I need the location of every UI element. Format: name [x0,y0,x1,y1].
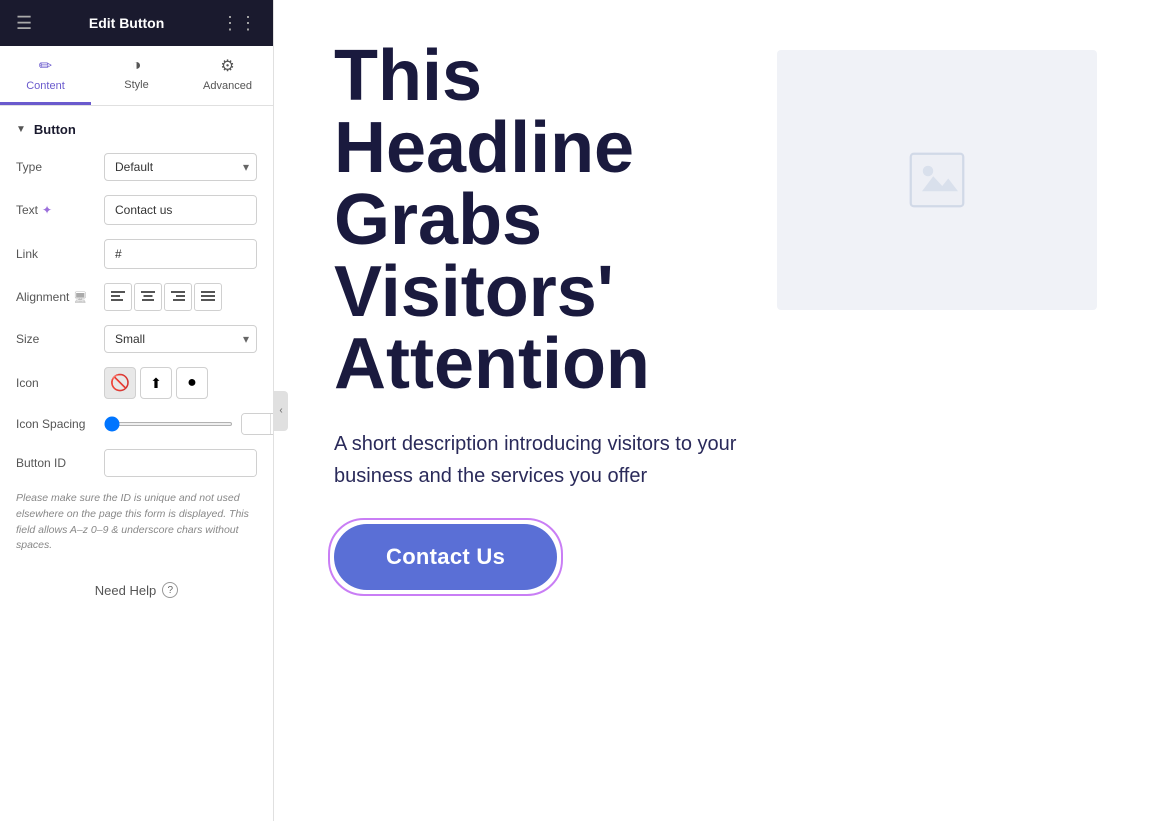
link-input[interactable] [105,241,257,267]
size-field-row: Size Extra Small Small Medium Large Extr… [16,325,257,353]
icon-circle-button[interactable]: ● [176,367,208,399]
align-left-button[interactable] [104,283,132,311]
cta-button[interactable]: Contact Us [334,524,557,590]
panel-body: ▼ Button Type Default Info Success Warni… [0,106,273,821]
style-tab-icon: ◑ [132,57,142,75]
button-id-input[interactable] [105,450,257,476]
link-field-row: Link ⚙ ☰ [16,239,257,269]
type-select-wrapper: Default Info Success Warning Danger [104,153,257,181]
icon-spacing-spinners: ▲ ▼ [270,414,273,434]
alignment-field-row: Alignment 🖥 [16,283,257,311]
button-id-input-wrapper: ☰ [104,449,257,477]
canvas-content: This Headline Grabs Visitors' Attention … [274,0,1157,630]
tab-advanced-label: Advanced [203,80,252,92]
icon-spacing-slider[interactable] [104,422,233,426]
icon-spacing-slider-wrapper: ▲ ▼ [104,413,273,435]
grid-icon[interactable]: ⋮⋮ [221,13,257,34]
icon-spacing-label: Icon Spacing [16,417,96,431]
tab-content[interactable]: ✏ Content [0,46,91,105]
section-header: ▼ Button [16,122,257,137]
dynamic-icon: ✦ [42,203,52,217]
size-label: Size [16,332,96,346]
section-label: Button [34,122,76,137]
help-icon: ? [162,582,178,598]
icon-field-row: Icon 🚫 ⬆ ● [16,367,257,399]
icon-spacing-decrement[interactable]: ▼ [271,424,273,434]
align-center-button[interactable] [134,283,162,311]
panel-collapse-handle[interactable]: ‹ [274,391,288,431]
icon-spacing-increment[interactable]: ▲ [271,414,273,424]
text-field-row: Text ✦ ☰ [16,195,257,225]
icon-choice-buttons: 🚫 ⬆ ● [104,367,208,399]
icon-spacing-field-row: Icon Spacing ▲ ▼ [16,413,257,435]
panel-title: Edit Button [89,15,164,31]
text-input[interactable] [105,197,257,223]
link-label: Link [16,247,96,261]
text-label: Text ✦ [16,203,96,217]
responsive-icon: 🖥 [73,291,87,304]
tab-content-label: Content [26,80,65,92]
size-select-wrapper: Extra Small Small Medium Large Extra Lar… [104,325,257,353]
size-select[interactable]: Extra Small Small Medium Large Extra Lar… [104,325,257,353]
edit-panel: ☰ Edit Button ⋮⋮ ✏ Content ◑ Style ⚙ Adv… [0,0,274,821]
panel-tabs: ✏ Content ◑ Style ⚙ Advanced [0,46,273,106]
icon-label: Icon [16,376,96,390]
canvas-headline: This Headline Grabs Visitors' Attention [334,40,737,400]
icon-spacing-number[interactable] [242,414,270,434]
type-label: Type [16,160,96,174]
text-input-wrapper: ☰ [104,195,257,225]
canvas-left-column: This Headline Grabs Visitors' Attention … [334,40,737,590]
canvas-description: A short description introducing visitors… [334,428,737,492]
hamburger-icon[interactable]: ☰ [16,13,32,34]
button-id-field-row: Button ID ☰ [16,449,257,477]
button-id-hint: Please make sure the ID is unique and no… [16,491,257,554]
advanced-tab-icon: ⚙ [220,56,234,76]
canvas-area: This Headline Grabs Visitors' Attention … [274,0,1157,821]
alignment-buttons [104,283,222,311]
align-right-button[interactable] [164,283,192,311]
content-tab-icon: ✏ [39,56,52,76]
canvas-image-placeholder [777,50,1097,310]
icon-upload-button[interactable]: ⬆ [140,367,172,399]
cta-wrapper: Contact Us [334,524,557,590]
placeholder-image-icon [907,150,967,210]
type-select[interactable]: Default Info Success Warning Danger [104,153,257,181]
tab-advanced[interactable]: ⚙ Advanced [182,46,273,105]
align-justify-button[interactable] [194,283,222,311]
need-help-label: Need Help [95,583,156,598]
tab-style-label: Style [124,79,148,91]
need-help-section[interactable]: Need Help ? [16,570,257,610]
type-field-row: Type Default Info Success Warning Danger [16,153,257,181]
icon-spacing-number-input: ▲ ▼ [241,413,273,435]
alignment-label: Alignment 🖥 [16,290,96,304]
button-id-label: Button ID [16,456,96,470]
icon-none-button[interactable]: 🚫 [104,367,136,399]
link-input-wrapper: ⚙ ☰ [104,239,257,269]
section-arrow-icon: ▼ [16,124,26,135]
panel-header: ☰ Edit Button ⋮⋮ [0,0,273,46]
tab-style[interactable]: ◑ Style [91,46,182,105]
